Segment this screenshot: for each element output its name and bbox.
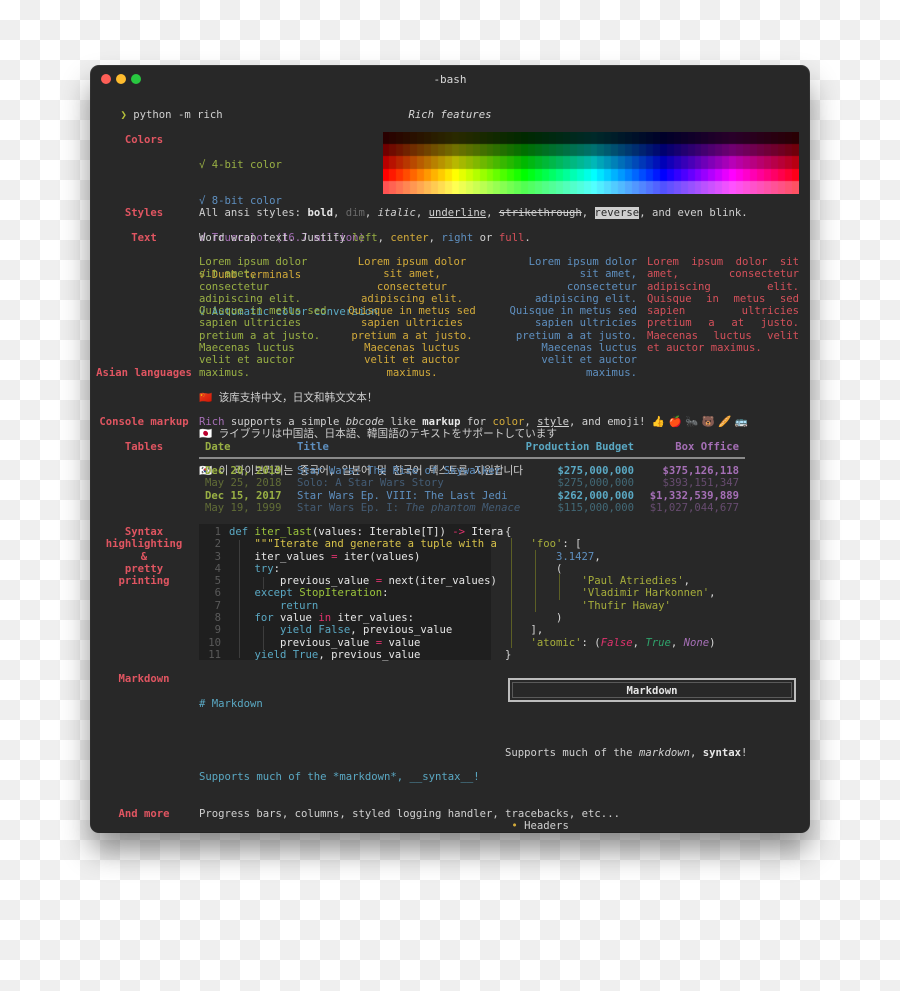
text-label: Text [131,232,157,244]
chinese-line: 🇨🇳 该库支持中文，日文和韩文文本！ [199,391,378,404]
window-title: -bash [433,73,467,86]
cell-box-office: $393,151,347 [662,477,739,490]
japanese-line: 🇯🇵 ライブラリは中国語、日本語、韓国語のテキストをサポートしています [199,428,557,441]
markup-line: Rich supports a simple bbcode like marku… [199,416,748,428]
pretty-printed-data: { 'foo': [ 3.1427, ( 'Paul Atriedies', '… [505,526,716,661]
styles-line: All ansi styles: bold, dim, italic, unde… [199,207,748,219]
tables-label: Tables [124,441,164,453]
lorem-full: Lorem ipsum dolor sit amet, consectetur … [647,256,799,355]
line-numbers: 1 2 3 4 5 6 7 8 9 10 11 [208,526,221,661]
asian-languages-label: Asian languages [96,367,192,379]
features-heading: Rich features [408,109,492,121]
syntax-label: Syntax highlighting & pretty printing [105,526,183,588]
cell-budget: $262,000,000 [557,489,634,502]
lorem-right: Lorem ipsum dolor sit amet, consectetur … [509,256,637,379]
color-spectrum-swatch [383,132,799,194]
console-markup-label: Console markup [99,416,189,428]
text-justify-line: Word wrap text. Justify left, center, ri… [199,232,531,244]
styles-label: Styles [124,207,164,219]
cell-budget: $275,000,000 [557,465,634,477]
md-list-item: • Headers [511,820,569,832]
cell-title: Star Wars Ep. VIII: The Last Jedi [297,489,508,502]
table-header-date[interactable]: Date [205,441,231,453]
cell-date: Dec 20, 2019 [205,465,282,477]
color-feature-item: √ 4-bit color [199,158,282,171]
terminal-window[interactable]: -bash ❯ python -m rich Rich features Col… [91,66,809,832]
table-header-title[interactable]: Title [297,441,329,453]
cell-title: Star Wars: The Rise of Skywalker [297,465,502,477]
lorem-center: Lorem ipsum dolor sit amet, consectetur … [348,256,476,379]
markdown-label: Markdown [118,673,170,685]
color-feature-item: √ 8-bit color [199,195,282,208]
title-bar[interactable]: -bash [91,66,809,92]
cell-box-office: $375,126,118 [662,465,739,477]
cell-title: Star Wars Ep. I: The phantom Menace [297,501,521,514]
lorem-left: Lorem ipsum dolor sit amet, consectetur … [199,256,327,379]
cell-box-office: $1,027,044,677 [649,501,739,514]
code-source: def iter_last(values: Iterable[T]) -> It… [229,526,504,661]
and-more-label: And more [118,808,170,820]
cell-budget: $115,000,000 [557,501,634,514]
and-more-text: Progress bars, columns, styled logging h… [199,808,620,820]
table-header-budget[interactable]: Production Budget [491,441,634,453]
cell-date: May 25, 2018 [205,477,282,490]
japan-flag-icon: 🇯🇵 [199,428,213,441]
cell-date: Dec 15, 2017 [205,489,282,502]
colors-label: Colors [124,134,164,146]
code-block: 1 2 3 4 5 6 7 8 9 10 11 def iter_last(va… [199,524,503,661]
cell-budget: $275,000,000 [557,477,634,490]
cell-box-office: $1,332,539,889 [649,489,739,502]
china-flag-icon: 🇨🇳 [199,391,213,404]
cell-date: May 19, 1999 [205,501,282,514]
markdown-rendered-heading: Markdown [508,678,796,702]
cell-title: Solo: A Star Wars Story [297,477,444,490]
emoji-icons: 👍 🍎 🐜 🐻 🥖 🚌 [651,416,748,428]
table-header-box-office[interactable]: Box Office [639,441,739,453]
table-divider [199,457,745,459]
